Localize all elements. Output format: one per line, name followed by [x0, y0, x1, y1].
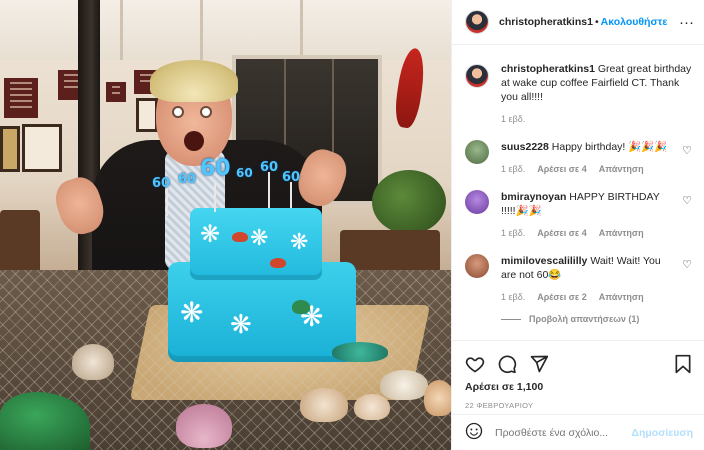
candle-stick	[268, 172, 270, 208]
author-username[interactable]: christopheratkins1	[499, 16, 593, 28]
post-actions: Αρέσει σε 1,100 22 ΦΕΒΡΟΥΑΡΙΟΥ	[452, 340, 704, 410]
seashell	[354, 394, 390, 420]
mouth	[184, 131, 204, 151]
wall-frame	[22, 124, 62, 172]
person-hair	[150, 60, 238, 102]
fish-decoration	[270, 258, 286, 268]
post-header: christopheratkins1 • Ακολουθήστε ···	[452, 0, 704, 45]
number-candle: 60	[152, 176, 171, 191]
post-caption: christopheratkins1 Great great birthday …	[465, 62, 692, 124]
caption-username[interactable]: christopheratkins1	[501, 63, 595, 75]
number-candle: 60	[236, 166, 253, 180]
more-options-icon[interactable]: ···	[679, 15, 694, 30]
comment-text: mimilovescalililly Wait! Wait! You are n…	[501, 254, 676, 282]
share-icon[interactable]	[529, 354, 549, 374]
comment-time[interactable]: 1 εβδ.	[501, 164, 525, 174]
coral-decoration: ❋	[200, 220, 221, 248]
reply-button[interactable]: Απάντηση	[599, 228, 644, 238]
coral-decoration: ❋	[180, 296, 204, 329]
eye	[200, 106, 212, 118]
number-candle: 60	[200, 156, 231, 181]
coral-decoration: ❋	[250, 226, 269, 251]
seashell	[380, 370, 428, 400]
reply-button[interactable]: Απάντηση	[599, 164, 644, 174]
plant	[372, 170, 446, 234]
wall-frame	[136, 98, 158, 132]
instagram-post-modal: ❋ ❋ ❋ ❋ ❋ ❋ 60 60 60 60 60 60 christophe…	[0, 0, 704, 450]
like-comment-heart-icon[interactable]: ♡	[682, 258, 692, 271]
replies-line	[501, 318, 521, 320]
comment-likes[interactable]: Αρέσει σε 2	[537, 292, 587, 302]
like-comment-heart-icon[interactable]: ♡	[682, 144, 692, 157]
view-replies-button[interactable]: Προβολή απαντήσεων (1)	[501, 314, 692, 324]
commenter-avatar[interactable]	[465, 254, 489, 278]
emoji-icon[interactable]	[465, 422, 483, 443]
view-replies-label: Προβολή απαντήσεων (1)	[529, 314, 640, 324]
sea-glass	[332, 342, 388, 362]
post-side-panel: christopheratkins1 • Ακολουθήστε ··· chr…	[451, 0, 704, 450]
comment-input[interactable]	[495, 426, 632, 439]
comments-list[interactable]: christopheratkins1 Great great birthday …	[452, 46, 704, 338]
caption-text: christopheratkins1 Great great birthday …	[501, 62, 692, 104]
comment-likes[interactable]: Αρέσει σε 4	[537, 228, 587, 238]
coral-decoration: ❋	[290, 230, 309, 255]
eye	[172, 106, 184, 118]
number-candle: 60	[178, 172, 197, 187]
number-candle: 60	[282, 170, 301, 185]
comment-item: suus2228 Happy birthday! 🎉🎉🎉 1 εβδ. Αρέσ…	[465, 140, 692, 174]
comment-time[interactable]: 1 εβδ.	[501, 228, 525, 238]
caption-author-avatar[interactable]	[465, 64, 489, 88]
ceiling	[0, 0, 451, 60]
candle-stick	[290, 182, 292, 208]
fish-decoration	[232, 232, 248, 242]
seashell	[72, 344, 114, 380]
post-comment-button[interactable]: Δημοσίευση	[631, 427, 693, 439]
post-photo[interactable]: ❋ ❋ ❋ ❋ ❋ ❋ 60 60 60 60 60 60	[0, 0, 451, 450]
author-avatar[interactable]	[465, 10, 489, 34]
ceiling-beam	[200, 0, 203, 60]
like-comment-heart-icon[interactable]: ♡	[682, 194, 692, 207]
seashell	[176, 404, 232, 448]
candle-stick	[214, 182, 216, 212]
add-comment-bar: Δημοσίευση	[452, 414, 704, 450]
comment-username[interactable]: bmiraynoyan	[501, 191, 566, 203]
comment-username[interactable]: mimilovescalililly	[501, 255, 587, 267]
wall-sign	[106, 82, 126, 102]
wall-frame	[0, 126, 20, 172]
comment-icon[interactable]	[497, 354, 517, 374]
like-heart-icon[interactable]	[465, 354, 485, 374]
coral-decoration: ❋	[230, 310, 252, 340]
comment-item: bmiraynoyan HAPPY BIRTHDAY !!!!!🎉🎉 1 εβδ…	[465, 190, 692, 238]
post-date[interactable]: 22 ΦΕΒΡΟΥΑΡΙΟΥ	[465, 401, 692, 410]
seashell	[424, 380, 451, 416]
commenter-avatar[interactable]	[465, 190, 489, 214]
reply-button[interactable]: Απάντηση	[599, 292, 644, 302]
ceiling-beam	[120, 0, 123, 60]
wall-sign	[4, 78, 38, 118]
commenter-avatar[interactable]	[465, 140, 489, 164]
comment-likes[interactable]: Αρέσει σε 4	[537, 164, 587, 174]
number-candle: 60	[260, 160, 279, 175]
comment-text: suus2228 Happy birthday! 🎉🎉🎉	[501, 140, 676, 154]
comment-username[interactable]: suus2228	[501, 141, 549, 153]
comment-text: bmiraynoyan HAPPY BIRTHDAY !!!!!🎉🎉	[501, 190, 676, 218]
seashell	[300, 388, 348, 422]
follow-button[interactable]: Ακολουθήστε	[601, 16, 668, 28]
comment-item: mimilovescalililly Wait! Wait! You are n…	[465, 254, 692, 302]
ceiling-beam	[300, 0, 303, 60]
bookmark-icon[interactable]	[674, 354, 692, 374]
turtle-decoration	[292, 300, 310, 314]
separator-dot: •	[594, 16, 599, 28]
likes-count[interactable]: Αρέσει σε 1,100	[465, 381, 692, 393]
comment-body: Happy birthday! 🎉🎉🎉	[551, 141, 668, 153]
caption-time[interactable]: 1 εβδ.	[501, 114, 525, 124]
candle-stick	[166, 188, 168, 216]
comment-time[interactable]: 1 εβδ.	[501, 292, 525, 302]
